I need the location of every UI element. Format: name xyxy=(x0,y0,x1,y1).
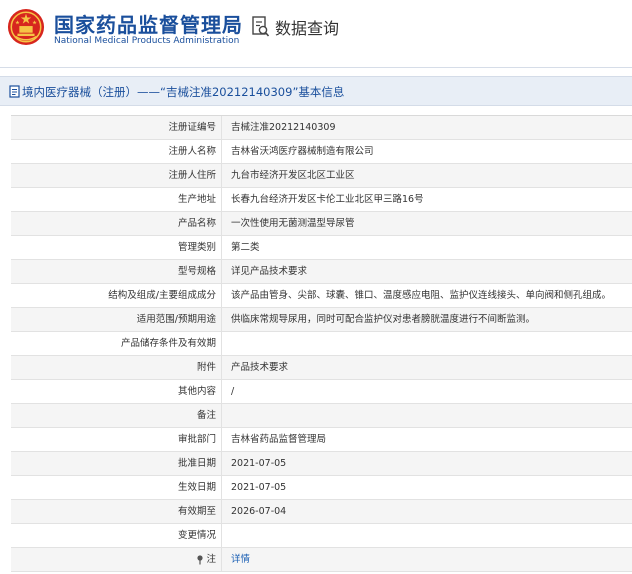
row-value: 该产品由管身、尖部、球囊、锥口、温度感应电阻、监护仪连线接头、单向阀和侧孔组成。 xyxy=(231,290,612,301)
row-label: 适用范围/预期用途 xyxy=(11,308,222,331)
org-name-cn: 国家药品监督管理局 xyxy=(54,13,243,37)
row-label: 批准日期 xyxy=(11,452,222,475)
detail-table: 注册证编号 吉械注准20212140309 注册人名称 吉林省沃鸿医疗器械制造有限公司… xyxy=(11,115,632,572)
row-value: 第二类 xyxy=(231,242,260,253)
table-row: 型号规格 详见产品技术要求 xyxy=(11,260,632,284)
table-row: 备注 xyxy=(11,404,632,428)
row-value: 2026-07-04 xyxy=(231,506,287,517)
row-value: 一次性使用无菌测温型导尿管 xyxy=(231,218,355,229)
row-label: 附件 xyxy=(11,356,222,379)
row-label: 注册人住所 xyxy=(11,164,222,187)
national-emblem-icon[interactable] xyxy=(7,8,45,46)
data-query-link[interactable]: 数据查询 xyxy=(252,15,339,39)
document-icon xyxy=(9,85,20,98)
table-row: 附件 产品技术要求 xyxy=(11,356,632,380)
row-value xyxy=(231,404,632,427)
record-title: 境内医疗器械（注册）——“吉械注准20212140309”基本信息 xyxy=(22,85,345,99)
row-value: 吉林省沃鸿医疗器械制造有限公司 xyxy=(231,146,374,157)
table-row: 有效期至 2026-07-04 xyxy=(11,500,632,524)
row-label: 结构及组成/主要组成成分 xyxy=(11,284,222,307)
row-label: 备注 xyxy=(11,404,222,427)
record-title-bar: 境内医疗器械（注册）——“吉械注准20212140309”基本信息 xyxy=(0,76,632,106)
row-value xyxy=(231,332,632,355)
data-query-label[interactable]: 数据查询 xyxy=(275,15,339,39)
table-row: 产品储存条件及有效期 xyxy=(11,332,632,356)
table-row: 其他内容 / xyxy=(11,380,632,404)
row-value: / xyxy=(231,386,235,397)
row-label: 生效日期 xyxy=(11,476,222,499)
table-row: 审批部门 吉林省药品监督管理局 xyxy=(11,428,632,452)
row-label: 型号规格 xyxy=(11,260,222,283)
table-row: 产品名称 一次性使用无菌测温型导尿管 xyxy=(11,212,632,236)
table-row: 变更情况 xyxy=(11,524,632,548)
table-row: 生效日期 2021-07-05 xyxy=(11,476,632,500)
row-value: 2021-07-05 xyxy=(231,458,287,469)
row-value: 吉林省药品监督管理局 xyxy=(231,434,327,445)
row-label: 变更情况 xyxy=(11,524,222,547)
row-label: 注册证编号 xyxy=(11,116,222,139)
row-value: 供临床常规导尿用，同时可配合监护仪对患者膀胱温度进行不间断监测。 xyxy=(231,314,536,325)
header-divider xyxy=(0,67,632,68)
table-row: 注册人名称 吉林省沃鸿医疗器械制造有限公司 xyxy=(11,140,632,164)
table-row: 适用范围/预期用途 供临床常规导尿用，同时可配合监护仪对患者膀胱温度进行不间断监测… xyxy=(11,308,632,332)
org-name-en: National Medical Products Administration xyxy=(54,36,240,46)
row-label: 产品名称 xyxy=(11,212,222,235)
row-value: 吉械注准20212140309 xyxy=(231,122,336,133)
table-row: 注详情 xyxy=(11,548,632,572)
row-label: 管理类别 xyxy=(11,236,222,259)
table-row: 注册证编号 吉械注准20212140309 xyxy=(11,116,632,140)
table-row: 管理类别 第二类 xyxy=(11,236,632,260)
row-label: 生产地址 xyxy=(11,188,222,211)
row-value: 九台市经济开发区北区工业区 xyxy=(231,170,355,181)
row-value: 长春九台经济开发区卡伦工业北区甲三路16号 xyxy=(231,194,424,205)
site-header: 国家药品监督管理局 National Medical Products Admi… xyxy=(0,0,632,58)
row-label: 有效期至 xyxy=(11,500,222,523)
table-row: 结构及组成/主要组成成分 该产品由管身、尖部、球囊、锥口、温度感应电阻、监护仪连线… xyxy=(11,284,632,308)
row-label: 产品储存条件及有效期 xyxy=(11,332,222,355)
row-value: 产品技术要求 xyxy=(231,362,289,373)
row-label: 其他内容 xyxy=(11,380,222,403)
row-label: 注册人名称 xyxy=(11,140,222,163)
data-query-icon xyxy=(252,16,270,37)
row-label: 审批部门 xyxy=(11,428,222,451)
row-value xyxy=(231,524,632,547)
table-row: 批准日期 2021-07-05 xyxy=(11,452,632,476)
table-row: 注册人住所 九台市经济开发区北区工业区 xyxy=(11,164,632,188)
row-value: 详见产品技术要求 xyxy=(231,266,308,277)
table-row: 生产地址 长春九台经济开发区卡伦工业北区甲三路16号 xyxy=(11,188,632,212)
row-value: 2021-07-05 xyxy=(231,482,287,493)
